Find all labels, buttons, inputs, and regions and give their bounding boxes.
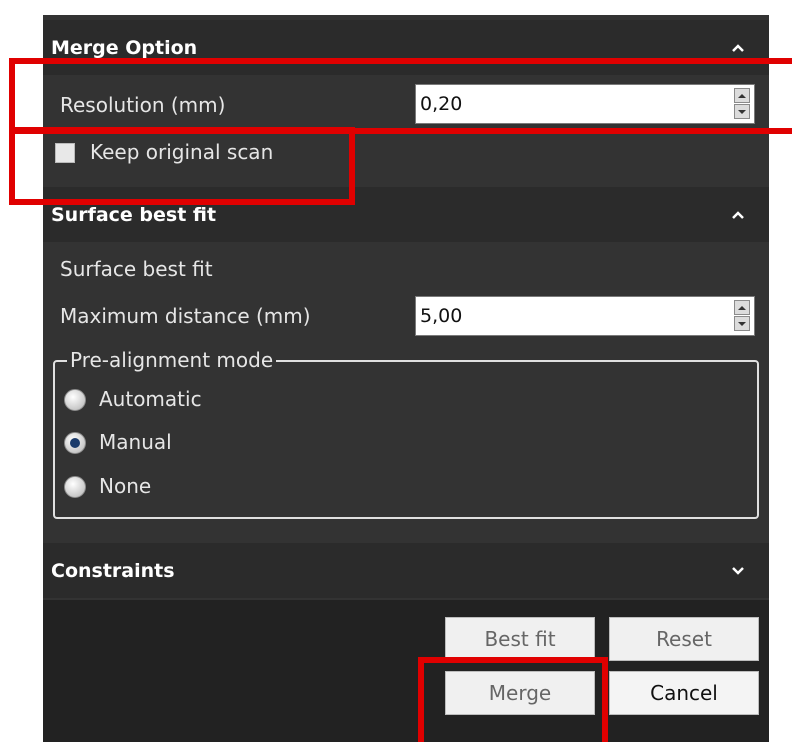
cancel-button[interactable]: Cancel	[609, 671, 759, 715]
chevron-up-icon[interactable]	[729, 39, 747, 57]
surface-best-fit-subtitle: Surface best fit	[60, 257, 213, 281]
merge-option-header[interactable]: Merge Option	[43, 20, 769, 75]
keep-original-scan-label: Keep original scan	[90, 140, 274, 164]
spin-up-icon[interactable]	[734, 300, 750, 315]
radio-manual[interactable]	[64, 432, 86, 454]
constraints-title: Constraints	[51, 559, 175, 582]
merge-panel: Merge Option Resolution (mm) 0,20 Keep o…	[43, 15, 769, 742]
radio-automatic[interactable]	[64, 389, 86, 411]
spin-down-icon[interactable]	[734, 316, 750, 331]
radio-none[interactable]	[64, 476, 86, 498]
reset-button[interactable]: Reset	[609, 617, 759, 661]
surface-best-fit-header[interactable]: Surface best fit	[43, 187, 769, 242]
resolution-spinbox[interactable]: 0,20	[415, 84, 755, 124]
chevron-up-icon[interactable]	[729, 206, 747, 224]
surface-best-fit-title: Surface best fit	[51, 203, 217, 226]
max-distance-value[interactable]: 5,00	[420, 305, 462, 327]
spin-up-icon[interactable]	[734, 88, 750, 103]
max-distance-label: Maximum distance (mm)	[60, 304, 311, 328]
constraints-header[interactable]: Constraints	[43, 543, 769, 598]
resolution-label: Resolution (mm)	[60, 93, 226, 117]
chevron-down-icon[interactable]	[729, 562, 747, 580]
radio-automatic-label: Automatic	[99, 387, 202, 411]
max-distance-spinbox[interactable]: 5,00	[415, 296, 755, 336]
radio-none-label: None	[99, 474, 152, 498]
pre-alignment-legend: Pre-alignment mode	[67, 348, 277, 372]
keep-original-scan-checkbox[interactable]	[55, 143, 75, 163]
merge-option-title: Merge Option	[51, 36, 198, 59]
spin-down-icon[interactable]	[734, 104, 750, 119]
resolution-value[interactable]: 0,20	[420, 93, 462, 115]
best-fit-button[interactable]: Best fit	[445, 617, 595, 661]
merge-button[interactable]: Merge	[445, 671, 595, 715]
radio-manual-label: Manual	[99, 430, 172, 454]
